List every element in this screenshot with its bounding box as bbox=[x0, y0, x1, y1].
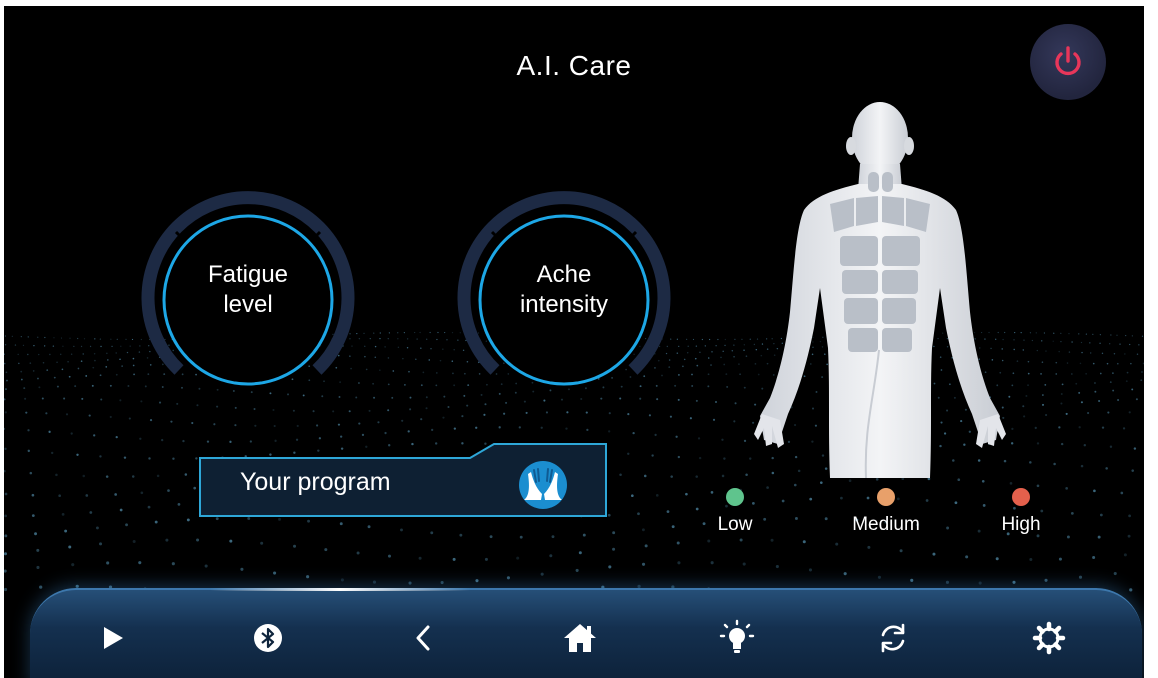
fatigue-gauge-label: Fatigue level bbox=[158, 260, 338, 320]
ache-label-line1: Ache bbox=[536, 261, 592, 288]
ache-intensity-gauge[interactable]: Ache intensity bbox=[444, 180, 684, 420]
fatigue-level-gauge[interactable]: Fatigue level bbox=[128, 180, 368, 420]
page-title: A.I. Care bbox=[516, 50, 632, 81]
nav-highlight bbox=[210, 588, 470, 591]
ache-gauge-label: Ache intensity bbox=[474, 260, 654, 320]
settings-gear-icon bbox=[1032, 621, 1066, 655]
program-label: Your program bbox=[240, 468, 391, 496]
legend-medium-dot bbox=[877, 488, 895, 506]
legend-high-label: High bbox=[1001, 514, 1041, 535]
play-icon bbox=[104, 627, 123, 649]
home-icon bbox=[564, 624, 596, 652]
back-button[interactable] bbox=[396, 610, 452, 666]
home-button[interactable] bbox=[552, 610, 608, 666]
settings-button[interactable] bbox=[1021, 610, 1077, 666]
play-button[interactable] bbox=[84, 610, 140, 666]
legend-low-dot bbox=[726, 488, 744, 506]
ache-label-line2: intensity bbox=[519, 291, 609, 318]
legend-high-dot bbox=[1012, 488, 1030, 506]
bluetooth-icon bbox=[254, 624, 282, 652]
legend-medium-label: Medium bbox=[852, 514, 920, 535]
power-button[interactable] bbox=[1030, 24, 1106, 100]
power-icon bbox=[1055, 46, 1081, 76]
sync-button[interactable] bbox=[865, 610, 921, 666]
hands-massage-icon bbox=[519, 461, 567, 509]
light-button[interactable] bbox=[709, 610, 765, 666]
body-map-figure bbox=[754, 102, 1006, 478]
back-chevron-icon bbox=[416, 625, 430, 651]
legend-low: Low bbox=[675, 488, 795, 536]
fatigue-label-line1: Fatigue bbox=[207, 261, 289, 288]
sync-icon bbox=[881, 623, 905, 653]
bottom-navigation-bar bbox=[30, 588, 1142, 678]
legend-high: High bbox=[961, 488, 1081, 536]
fatigue-label-line2: level bbox=[223, 291, 273, 318]
your-program-button[interactable]: Your program bbox=[198, 442, 608, 518]
light-bulb-icon bbox=[719, 619, 755, 653]
bluetooth-button[interactable] bbox=[240, 610, 296, 666]
ai-care-screen: A.I. Care Fatigue level Ache intensity Y… bbox=[4, 6, 1144, 678]
legend-medium: Medium bbox=[826, 488, 946, 536]
legend-low-label: Low bbox=[717, 514, 753, 535]
